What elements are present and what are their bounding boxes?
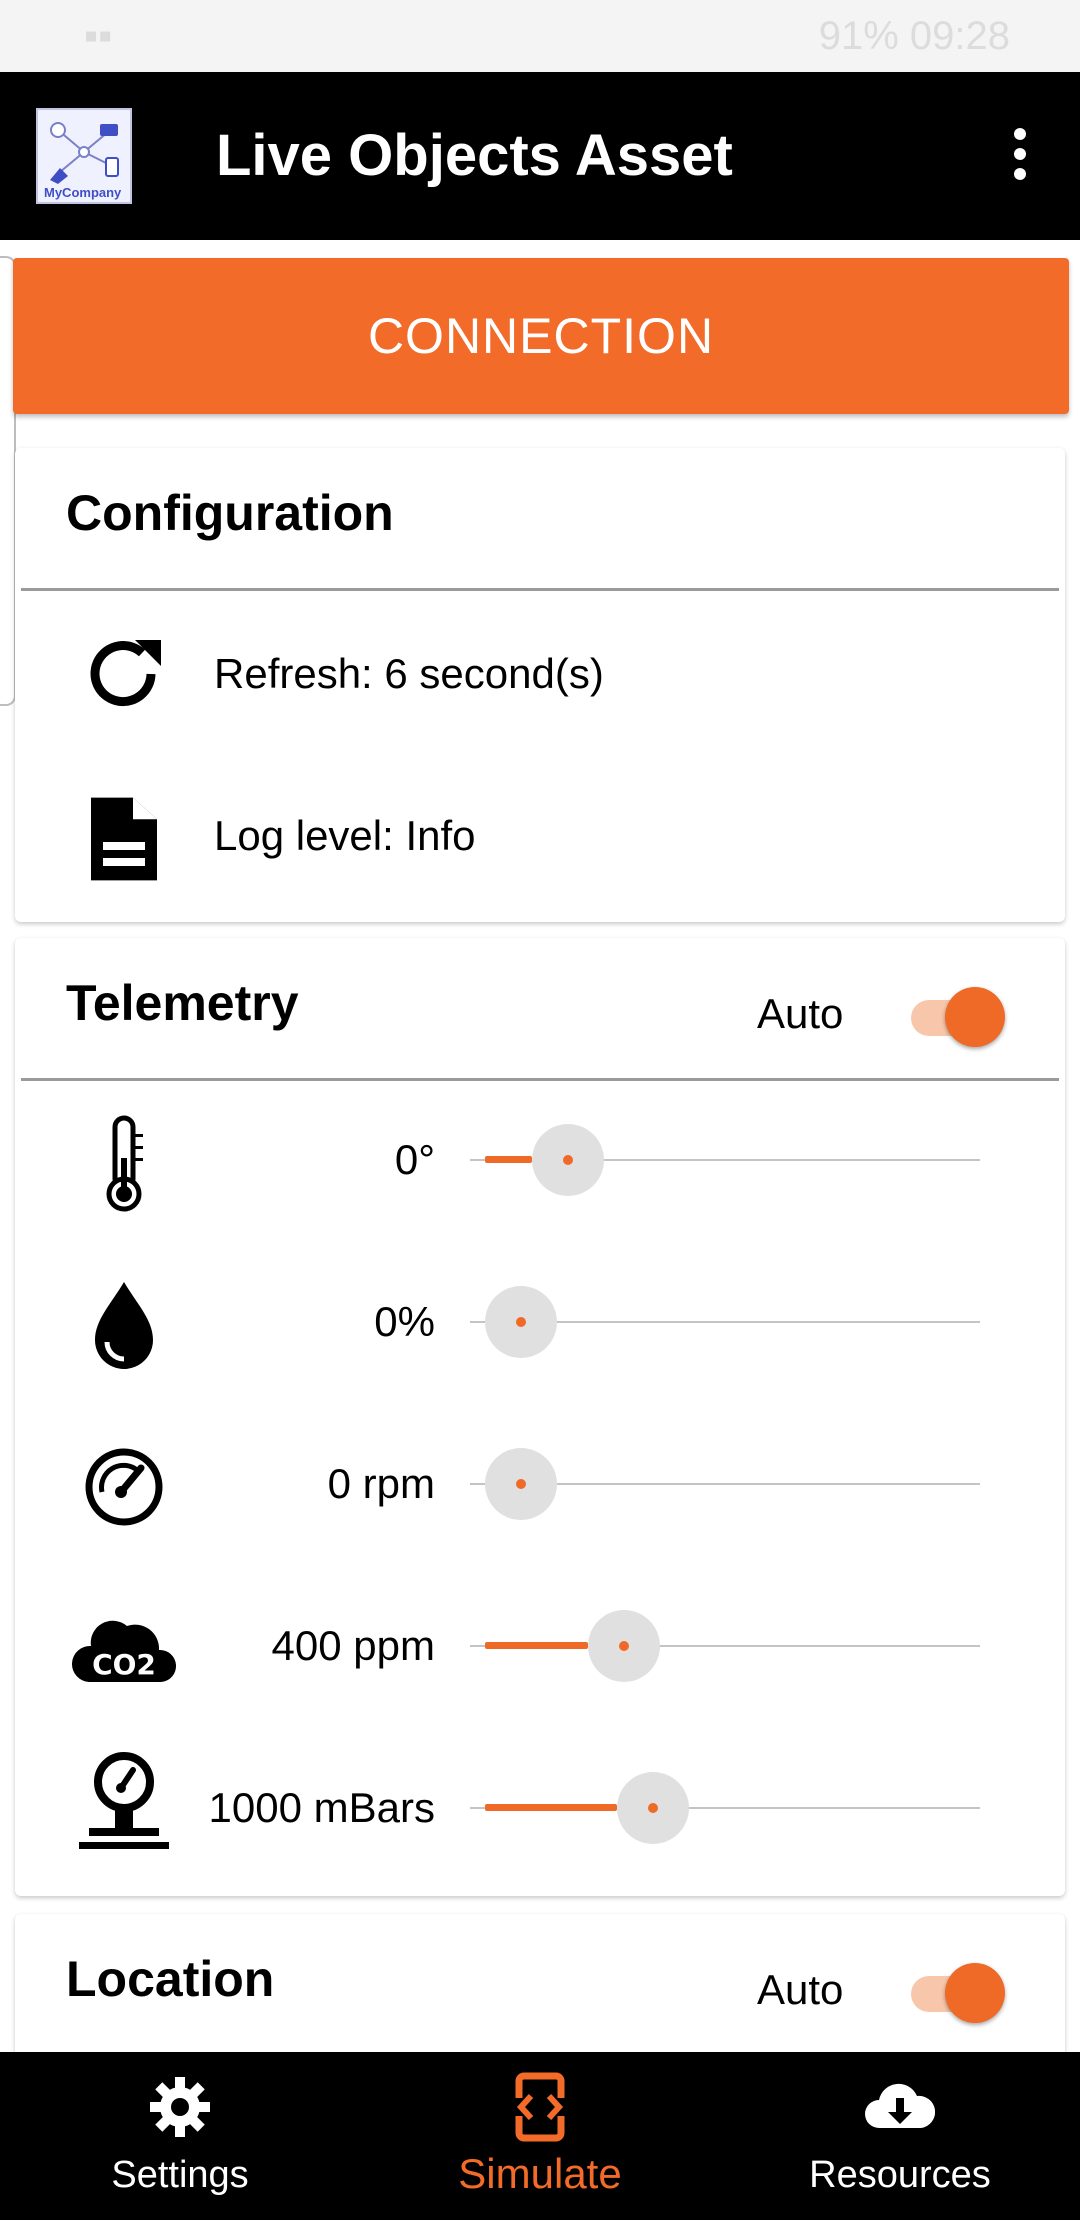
app-title: Live Objects Asset [216, 123, 733, 188]
nav-settings-label: Settings [111, 2154, 249, 2196]
connection-button[interactable]: CONNECTION [13, 258, 1069, 414]
speed-slider[interactable] [470, 1448, 980, 1520]
configuration-title: Configuration [66, 485, 394, 541]
location-auto-label: Auto [757, 1966, 844, 2013]
pressure-row: 1000 mBars [15, 1726, 1065, 1888]
cloud-download-icon [865, 2083, 935, 2128]
battery-level: 91% [818, 14, 899, 58]
slider-thumb[interactable] [485, 1448, 557, 1520]
status-bar: ▪▪ 91% 09:28 [0, 0, 1080, 72]
telemetry-card: Telemetry Auto 0° 0% 0 rpm CO2 400 ppm 1… [15, 938, 1065, 1896]
simulate-icon [515, 2072, 565, 2142]
telemetry-auto-label: Auto [757, 990, 844, 1037]
temperature-value: 0° [394, 1136, 435, 1183]
telemetry-title: Telemetry [66, 975, 299, 1031]
humidity-row: 0% [15, 1240, 1065, 1402]
company-logo: MyCompany [36, 108, 132, 204]
temperature-slider[interactable] [470, 1124, 980, 1196]
svg-text:CO2: CO2 [92, 1648, 156, 1681]
co2-slider[interactable] [470, 1610, 980, 1682]
humidity-slider[interactable] [470, 1286, 980, 1358]
co2-value: 400 ppm [271, 1622, 435, 1669]
logo-text: MyCompany [44, 185, 122, 200]
pressure-value: 1000 mBars [208, 1784, 435, 1831]
more-vert-icon[interactable] [1000, 128, 1040, 192]
nav-resources[interactable]: Resources [720, 2052, 1080, 2220]
status-right: 91% 09:28 [819, 14, 1010, 59]
log-level-setting[interactable]: Log level: Info [15, 776, 1065, 896]
app-bar: MyCompany Live Objects Asset [0, 72, 1080, 240]
location-card: Location Auto [15, 1914, 1065, 2074]
nav-simulate-label: Simulate [458, 2150, 622, 2197]
bottom-navigation: Settings Simulate Resources [0, 2052, 1080, 2220]
refresh-label: Refresh: 6 second(s) [214, 650, 604, 697]
speedometer-icon [85, 1448, 163, 1526]
divider [21, 588, 1059, 591]
humidity-value: 0% [374, 1298, 435, 1345]
nav-simulate[interactable]: Simulate [360, 2052, 720, 2220]
refresh-icon [90, 640, 161, 707]
document-icon [91, 797, 157, 881]
gear-icon [150, 2077, 210, 2137]
location-auto-switch[interactable] [907, 1959, 1005, 2023]
slider-thumb[interactable] [616, 1772, 689, 1844]
configuration-card: Configuration Refresh: 6 second(s) Log l… [15, 448, 1065, 922]
telemetry-auto-switch[interactable] [907, 983, 1005, 1047]
barometer-icon [79, 1752, 169, 1849]
speed-value: 0 rpm [327, 1460, 435, 1507]
refresh-setting[interactable]: Refresh: 6 second(s) [15, 614, 1065, 734]
water-drop-icon [95, 1282, 153, 1369]
thermometer-icon [106, 1115, 143, 1212]
temperature-row: 0° [15, 1078, 1065, 1240]
nav-settings[interactable]: Settings [0, 2052, 360, 2220]
slider-thumb[interactable] [532, 1124, 604, 1196]
pressure-slider[interactable] [470, 1772, 980, 1844]
log-level-label: Log level: Info [214, 812, 476, 859]
slider-thumb[interactable] [485, 1286, 557, 1358]
location-title: Location [66, 1951, 275, 2007]
co2-cloud-icon: CO2 [71, 1620, 177, 1682]
slider-thumb[interactable] [588, 1610, 661, 1682]
speed-row: 0 rpm [15, 1402, 1065, 1564]
status-time: 09:28 [909, 14, 1010, 58]
co2-row: CO2 400 ppm [15, 1564, 1065, 1726]
nav-resources-label: Resources [809, 2154, 991, 2196]
signal-icon: ▪▪ [84, 14, 113, 58]
